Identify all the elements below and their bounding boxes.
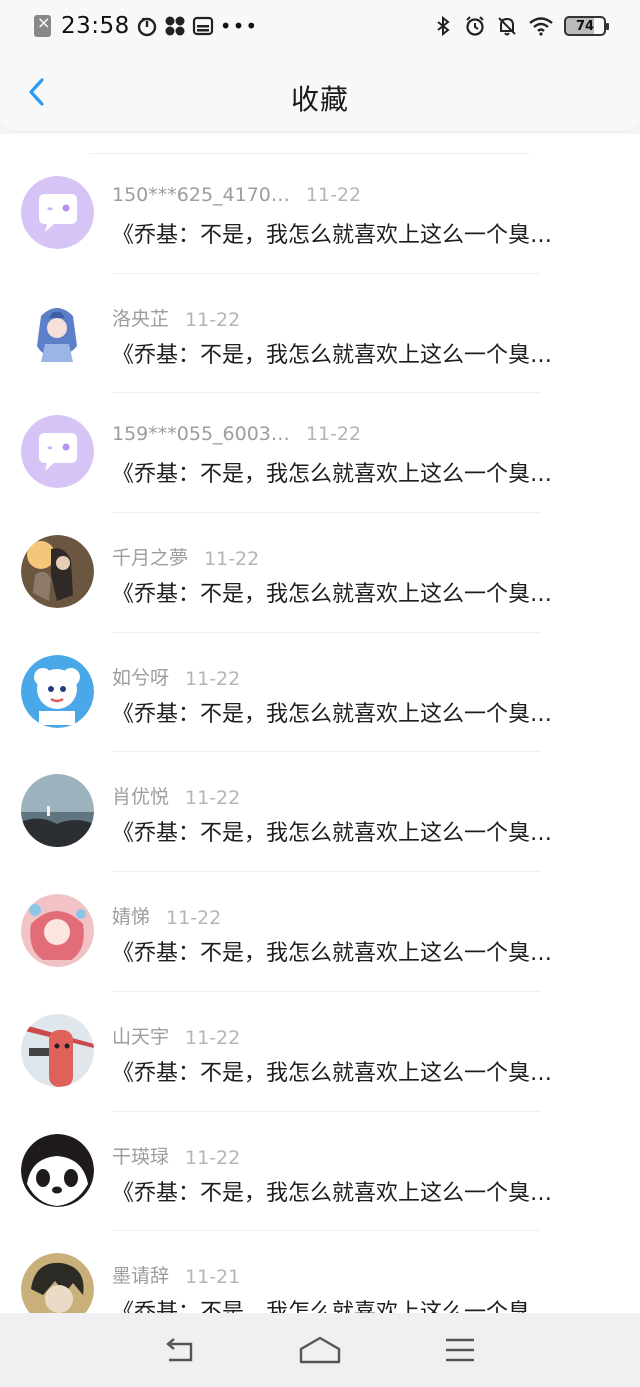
system-nav-bar bbox=[0, 1313, 640, 1387]
item-date: 11-22 bbox=[305, 423, 362, 446]
item-content[interactable]: 《乔基：不是，我怎么就喜欢上这么一个臭… bbox=[112, 696, 602, 728]
list-item[interactable]: 159***055_6003… 11-22 《乔基：不是，我怎么就喜欢上这么一个臭… bbox=[0, 393, 640, 513]
list-item[interactable]: 山天宇 11-22 《乔基：不是，我怎么就喜欢上这么一个臭… bbox=[0, 992, 640, 1112]
item-content[interactable]: 《乔基：不是，我怎么就喜欢上这么一个臭… bbox=[112, 217, 602, 249]
alarm-icon bbox=[466, 16, 484, 36]
item-content[interactable]: 《乔基：不是，我怎么就喜欢上这么一个臭… bbox=[112, 576, 602, 608]
status-left: 23:58 ••• bbox=[34, 13, 258, 39]
item-date: 11-22 bbox=[185, 1026, 241, 1049]
user-name[interactable]: 150***625_4170… bbox=[112, 184, 290, 206]
item-date: 11-22 bbox=[185, 667, 241, 690]
pink-anime-avatar[interactable] bbox=[21, 894, 94, 968]
chat-bubble-avatar[interactable] bbox=[21, 176, 94, 249]
cartoon-sheep-avatar[interactable] bbox=[21, 654, 94, 728]
status-right: 74 bbox=[432, 15, 609, 37]
system-menu-button[interactable] bbox=[437, 1332, 483, 1368]
item-meta: 肖优悦 11-22 bbox=[112, 782, 240, 809]
system-home-button[interactable] bbox=[297, 1332, 343, 1368]
app-icon bbox=[34, 13, 51, 37]
item-content[interactable]: 《乔基：不是，我怎么就喜欢上这么一个臭… bbox=[112, 337, 602, 369]
system-back-button[interactable] bbox=[157, 1332, 203, 1368]
screen: 23:58 ••• 74 收藏 150***625_4170… 11-22 bbox=[0, 0, 640, 1387]
user-name[interactable]: 千月之夢 bbox=[112, 543, 188, 570]
menu-icon bbox=[446, 1338, 474, 1362]
battery-icon: 74 bbox=[564, 16, 609, 36]
item-date: 11-22 bbox=[185, 308, 241, 331]
more-dots-icon: ••• bbox=[219, 14, 259, 38]
item-content[interactable]: 《乔基：不是，我怎么就喜欢上这么一个臭… bbox=[112, 1294, 602, 1313]
item-content[interactable]: 《乔基：不是，我怎么就喜欢上这么一个臭… bbox=[112, 815, 602, 847]
anime-boy-avatar[interactable] bbox=[21, 1253, 94, 1313]
user-name[interactable]: 159***055_6003… bbox=[112, 423, 290, 445]
user-name[interactable]: 肖优悦 bbox=[112, 782, 169, 809]
item-date: 11-22 bbox=[204, 548, 260, 571]
list-item[interactable]: 如兮呀 11-22 《乔基：不是，我怎么就喜欢上这么一个臭… bbox=[0, 633, 640, 753]
user-name[interactable]: 墨请辞 bbox=[112, 1261, 169, 1288]
item-meta: 159***055_6003… 11-22 bbox=[112, 423, 361, 445]
item-date: 11-21 bbox=[185, 1266, 241, 1289]
item-content[interactable]: 《乔基：不是，我怎么就喜欢上这么一个臭… bbox=[112, 935, 602, 967]
item-meta: 墨请辞 11-21 bbox=[112, 1261, 240, 1288]
list-top-divider bbox=[90, 134, 530, 154]
item-meta: 千月之夢 11-22 bbox=[112, 543, 259, 570]
list-item[interactable]: 干瑛琭 11-22 《乔基：不是，我怎么就喜欢上这么一个臭… bbox=[0, 1112, 640, 1232]
user-name[interactable]: 洛央芷 bbox=[112, 304, 169, 331]
list-item[interactable]: 墨请辞 11-21 《乔基：不是，我怎么就喜欢上这么一个臭… bbox=[0, 1231, 640, 1313]
panda-avatar[interactable] bbox=[21, 1133, 94, 1207]
item-date: 11-22 bbox=[185, 787, 241, 810]
favorites-list: 150***625_4170… 11-22 《乔基：不是，我怎么就喜欢上这么一个臭… bbox=[0, 134, 640, 1313]
item-content[interactable]: 《乔基：不是，我怎么就喜欢上这么一个臭… bbox=[112, 1175, 602, 1207]
chat-bubble-avatar[interactable] bbox=[21, 415, 94, 489]
item-meta: 洛央芷 11-22 bbox=[112, 304, 240, 331]
user-name[interactable]: 婧悌 bbox=[112, 902, 150, 929]
list-item[interactable]: 肖优悦 11-22 《乔基：不是，我怎么就喜欢上这么一个臭… bbox=[0, 752, 640, 872]
item-meta: 150***625_4170… 11-22 bbox=[112, 184, 361, 206]
user-name[interactable]: 干瑛琭 bbox=[112, 1142, 169, 1169]
item-meta: 山天宇 11-22 bbox=[112, 1022, 240, 1049]
back-icon bbox=[166, 1338, 193, 1362]
list-item[interactable]: 150***625_4170… 11-22 《乔基：不是，我怎么就喜欢上这么一个臭… bbox=[0, 154, 640, 274]
status-bar: 23:58 ••• 74 bbox=[0, 0, 640, 52]
status-time: 23:58 bbox=[61, 13, 130, 39]
page-title: 收藏 bbox=[290, 83, 349, 116]
item-content[interactable]: 《乔基：不是，我怎么就喜欢上这么一个臭… bbox=[112, 1055, 602, 1087]
user-name[interactable]: 如兮呀 bbox=[112, 663, 169, 690]
timer-icon bbox=[137, 17, 156, 37]
seaside-avatar[interactable] bbox=[21, 774, 94, 848]
item-meta: 如兮呀 11-22 bbox=[112, 663, 240, 690]
cartoon-finger-avatar[interactable] bbox=[21, 1013, 94, 1087]
item-date: 11-22 bbox=[185, 1146, 241, 1169]
item-content[interactable]: 《乔基：不是，我怎么就喜欢上这么一个臭… bbox=[112, 456, 602, 488]
item-meta: 干瑛琭 11-22 bbox=[112, 1142, 240, 1169]
item-date: 11-22 bbox=[305, 184, 362, 206]
bluetooth-icon bbox=[437, 15, 450, 37]
mute-icon bbox=[498, 17, 516, 36]
wifi-icon bbox=[529, 17, 553, 36]
nav-header: 收藏 bbox=[0, 52, 640, 132]
anime-couple-avatar[interactable] bbox=[21, 535, 94, 609]
user-name[interactable]: 山天宇 bbox=[112, 1022, 169, 1049]
list-item[interactable]: 洛央芷 11-22 《乔基：不是，我怎么就喜欢上这么一个臭… bbox=[0, 274, 640, 394]
item-date: 11-22 bbox=[166, 907, 222, 930]
fan-icon bbox=[165, 16, 185, 36]
sim-icon bbox=[192, 16, 213, 36]
anime-girl-avatar[interactable] bbox=[21, 295, 94, 369]
list-item[interactable]: 千月之夢 11-22 《乔基：不是，我怎么就喜欢上这么一个臭… bbox=[0, 513, 640, 633]
list-item[interactable]: 婧悌 11-22 《乔基：不是，我怎么就喜欢上这么一个臭… bbox=[0, 872, 640, 992]
home-icon bbox=[299, 1336, 341, 1364]
item-meta: 婧悌 11-22 bbox=[112, 902, 221, 929]
